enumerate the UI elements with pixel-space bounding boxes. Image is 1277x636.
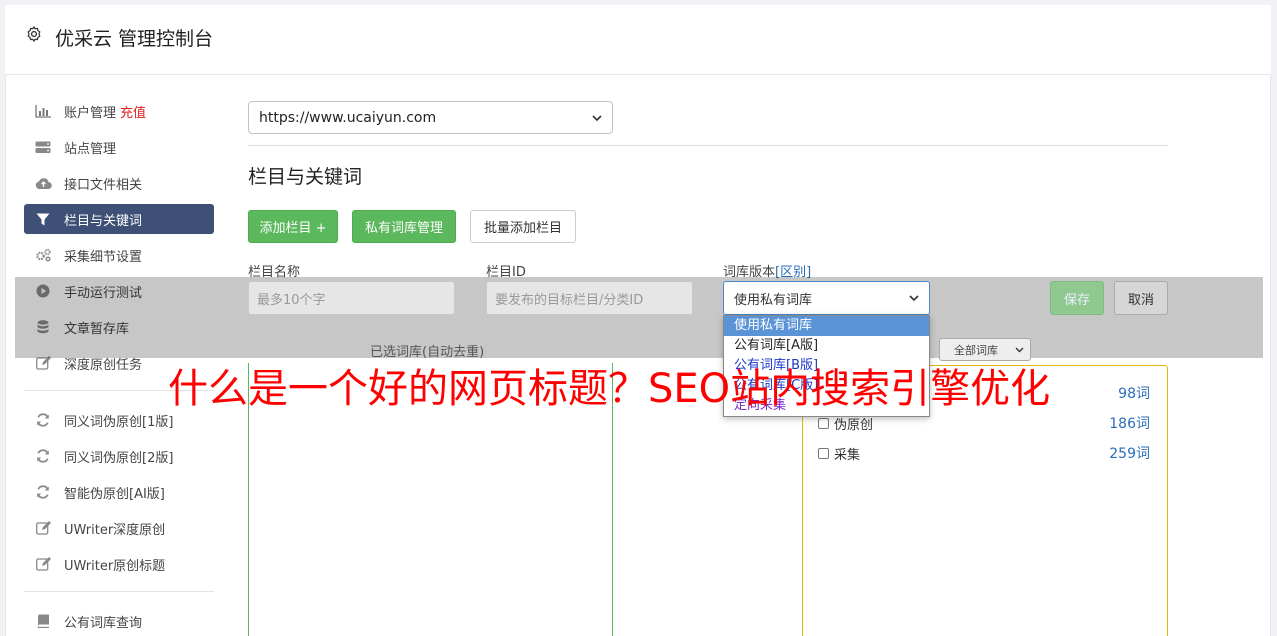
recharge-link[interactable]: 充值 xyxy=(120,102,146,121)
sidebar-item-label: 接口文件相关 xyxy=(64,177,143,193)
sidebar-item-label: 采集细节设置 xyxy=(64,249,143,265)
edit-icon xyxy=(34,356,52,370)
refresh-icon xyxy=(34,449,52,463)
save-button[interactable]: 保存 xyxy=(1050,281,1104,315)
dropdown-option[interactable]: 公有词库[A版] xyxy=(724,336,929,356)
bar-chart-icon xyxy=(34,104,52,118)
edit-icon xyxy=(34,557,52,571)
filter-icon xyxy=(34,212,52,226)
server-icon xyxy=(34,140,52,154)
cancel-button[interactable]: 取消 xyxy=(1114,281,1168,315)
private-library-button[interactable]: 私有词库管理 xyxy=(352,210,456,243)
sidebar-item-ai-rewrite[interactable]: 智能伪原创[AI版] xyxy=(24,477,214,507)
page-header: 优采云 管理控制台 xyxy=(5,5,1271,75)
library-count: 186词 xyxy=(1109,416,1150,432)
library-name: 采集 xyxy=(834,447,861,463)
sidebar-item-label: 同义词伪原创[1版] xyxy=(64,414,174,430)
sidebar-divider xyxy=(24,591,214,592)
sidebar-item-uwriter-deep[interactable]: UWriter深度原创 xyxy=(24,513,214,543)
sidebar-item-synonym-v2[interactable]: 同义词伪原创[2版] xyxy=(24,441,214,471)
chevron-down-icon xyxy=(909,291,919,306)
sidebar-item-label: 站点管理 xyxy=(64,141,117,157)
sidebar-item-public-lib-query[interactable]: 公有词库查询 xyxy=(24,606,214,636)
cloud-upload-icon xyxy=(34,176,52,190)
edit-icon xyxy=(34,521,52,535)
library-version-select[interactable]: 使用私有词库 xyxy=(723,281,930,315)
section-title: 栏目与关键词 xyxy=(248,166,363,188)
sidebar-item-collect-settings[interactable]: 采集细节设置 xyxy=(24,240,214,270)
sidebar-item-label: UWriter原创标题 xyxy=(64,558,166,574)
site-select[interactable]: https://www.ucaiyun.com xyxy=(248,101,613,134)
refresh-icon xyxy=(34,413,52,427)
sidebar-item-label: UWriter深度原创 xyxy=(64,522,166,538)
book-icon xyxy=(34,614,52,628)
batch-add-column-button[interactable]: 批量添加栏目 xyxy=(470,210,576,243)
watermark-text: 什么是一个好的网页标题？SEO站内搜索引擎优化 xyxy=(168,366,1051,412)
sidebar-item-label: 栏目与关键词 xyxy=(64,213,143,229)
sidebar-item-interface-files[interactable]: 接口文件相关 xyxy=(24,168,214,198)
sidebar-item-account[interactable]: 账户管理 充值 xyxy=(24,96,214,126)
sidebar-item-label: 账户管理 xyxy=(64,105,117,121)
site-select-value: https://www.ucaiyun.com xyxy=(259,109,437,126)
add-column-button[interactable]: 添加栏目 + xyxy=(248,210,338,243)
library-count: 98词 xyxy=(1118,386,1150,402)
library-checkbox[interactable] xyxy=(818,417,829,429)
sidebar-item-label: 智能伪原创[AI版] xyxy=(64,486,165,502)
column-name-input[interactable]: 最多10个字 xyxy=(248,281,455,315)
gear-icon xyxy=(27,26,41,42)
sidebar-item-columns-keywords[interactable]: 栏目与关键词 xyxy=(24,204,214,234)
divider xyxy=(248,145,1168,146)
library-row[interactable]: 采集 259词 xyxy=(818,443,1150,463)
dropdown-option[interactable]: 使用私有词库 xyxy=(724,316,929,336)
column-id-input[interactable]: 要发布的目标栏目/分类ID xyxy=(486,281,693,315)
library-checkbox[interactable] xyxy=(818,447,829,459)
page-title: 优采云 管理控制台 xyxy=(55,28,214,50)
sidebar-item-uwriter-title[interactable]: UWriter原创标题 xyxy=(24,549,214,579)
sidebar-item-label: 公有词库查询 xyxy=(64,615,143,631)
library-count: 259词 xyxy=(1109,446,1150,462)
chevron-down-icon xyxy=(1015,343,1024,356)
sidebar-item-sites[interactable]: 站点管理 xyxy=(24,132,214,162)
sidebar-item-label: 同义词伪原创[2版] xyxy=(64,450,174,466)
refresh-icon xyxy=(34,485,52,499)
library-version-value: 使用私有词库 xyxy=(734,292,813,308)
gears-icon xyxy=(34,248,52,262)
chevron-down-icon xyxy=(592,110,602,126)
